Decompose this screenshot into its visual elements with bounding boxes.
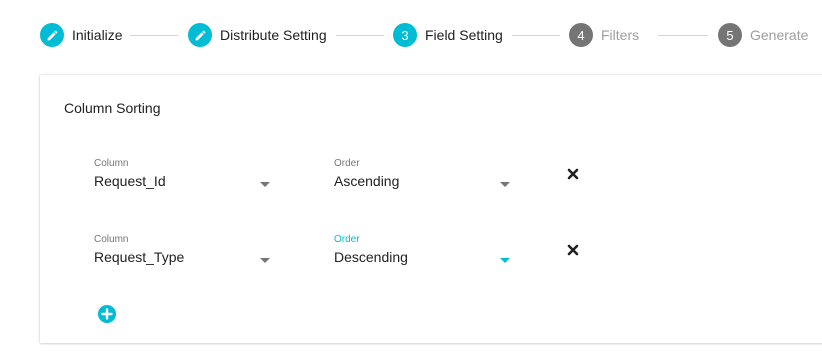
order-value: Descending <box>334 249 408 265</box>
step-number: 5 <box>718 23 742 47</box>
step-label: Filters <box>601 27 640 43</box>
plus-circle-icon <box>98 305 116 323</box>
chevron-down-icon <box>260 258 270 263</box>
step-distribute-setting[interactable]: Distribute Setting <box>188 23 327 47</box>
order-value: Ascending <box>334 173 400 189</box>
add-sort-button[interactable] <box>98 305 116 323</box>
order-select[interactable]: Order Ascending <box>334 158 514 194</box>
step-label: Initialize <box>72 27 123 43</box>
order-label: Order <box>334 234 360 245</box>
chevron-down-icon <box>500 182 510 187</box>
step-label: Distribute Setting <box>220 27 327 43</box>
column-select[interactable]: Column Request_Id <box>94 158 274 194</box>
stepper: Initialize Distribute Setting 3 Field Se… <box>0 0 822 70</box>
step-filters[interactable]: 4 Filters <box>569 23 639 47</box>
step-label: Field Setting <box>425 27 503 43</box>
step-initialize[interactable]: Initialize <box>40 23 123 47</box>
remove-row-button[interactable] <box>565 166 581 182</box>
step-connector <box>658 35 708 36</box>
step-number: 3 <box>393 23 417 47</box>
column-value: Request_Id <box>94 173 166 189</box>
pencil-icon <box>188 23 212 47</box>
card-title: Column Sorting <box>64 100 161 116</box>
step-generate[interactable]: 5 Generate <box>718 23 808 47</box>
step-connector <box>512 35 560 36</box>
pencil-icon <box>40 23 64 47</box>
close-icon <box>567 168 579 180</box>
step-connector <box>130 35 178 36</box>
column-value: Request_Type <box>94 249 185 265</box>
column-sorting-card: Column Sorting Column Request_Id Order A… <box>40 75 822 343</box>
step-label: Generate <box>750 27 809 43</box>
order-label: Order <box>334 158 360 169</box>
remove-row-button[interactable] <box>565 242 581 258</box>
step-number: 4 <box>569 23 593 47</box>
chevron-down-icon <box>500 258 510 263</box>
order-select[interactable]: Order Descending <box>334 234 514 270</box>
column-label: Column <box>94 158 129 169</box>
column-label: Column <box>94 234 129 245</box>
step-connector <box>336 35 384 36</box>
close-icon <box>567 244 579 256</box>
column-select[interactable]: Column Request_Type <box>94 234 274 270</box>
chevron-down-icon <box>260 182 270 187</box>
step-field-setting[interactable]: 3 Field Setting <box>393 23 503 47</box>
